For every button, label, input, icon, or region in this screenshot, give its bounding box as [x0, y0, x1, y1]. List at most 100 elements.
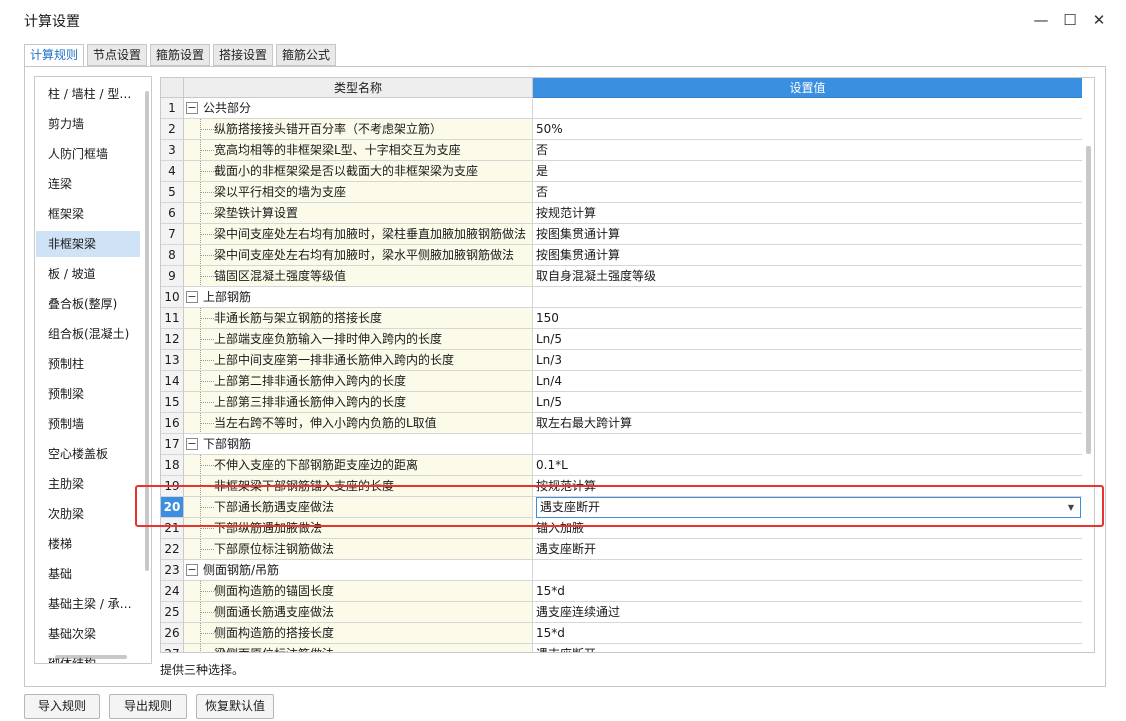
- table-row[interactable]: 18 不伸入支座的下部钢筋距支座边的距离 0.1*L: [161, 455, 1082, 476]
- tab-stirrup-settings[interactable]: 箍筋设置: [150, 44, 210, 66]
- tab-calc-rules[interactable]: 计算规则: [24, 44, 84, 67]
- import-rules-button[interactable]: 导入规则: [24, 694, 100, 719]
- row-value-cell[interactable]: 取左右最大跨计算: [533, 413, 1082, 434]
- row-number: 8: [161, 245, 184, 266]
- row-value-cell[interactable]: 按图集贯通计算: [533, 245, 1082, 266]
- row-value-cell[interactable]: [533, 287, 1082, 308]
- sidebar-item[interactable]: 砌体结构: [36, 651, 140, 663]
- row-value-cell[interactable]: 遇支座连续通过: [533, 602, 1082, 623]
- sidebar-item[interactable]: 人防门框墙: [36, 141, 140, 167]
- table-row[interactable]: 13 上部中间支座第一排非通长筋伸入跨内的长度 Ln/3: [161, 350, 1082, 371]
- sidebar-item[interactable]: 基础次梁: [36, 621, 140, 647]
- table-row[interactable]: 27 梁侧面原位标注筋做法 遇支座断开: [161, 644, 1082, 652]
- export-rules-button[interactable]: 导出规则: [109, 694, 187, 719]
- row-value-cell[interactable]: Ln/5: [533, 329, 1082, 350]
- tree-line: [200, 213, 214, 214]
- sidebar-item[interactable]: 剪力墙: [36, 111, 140, 137]
- sidebar-item[interactable]: 框架梁: [36, 201, 140, 227]
- sidebar-item[interactable]: 预制柱: [36, 351, 140, 377]
- row-name-cell: 梁中间支座处左右均有加腋时，梁水平侧腋加腋钢筋做法: [184, 245, 533, 266]
- table-row[interactable]: 5 梁以平行相交的墙为支座 否: [161, 182, 1082, 203]
- minimize-button[interactable]: —: [1028, 8, 1054, 32]
- sidebar-item[interactable]: 组合板(混凝土): [36, 321, 140, 347]
- sidebar-item[interactable]: 次肋梁: [36, 501, 140, 527]
- tab-stirrup-formula[interactable]: 箍筋公式: [276, 44, 336, 66]
- table-row[interactable]: 10− 上部钢筋: [161, 287, 1082, 308]
- sidebar-item[interactable]: 连梁: [36, 171, 140, 197]
- row-value-cell[interactable]: 是: [533, 161, 1082, 182]
- row-value-cell[interactable]: 遇支座断开: [533, 539, 1082, 560]
- row-value-cell[interactable]: 50%: [533, 119, 1082, 140]
- close-button[interactable]: ✕: [1086, 8, 1112, 32]
- table-row[interactable]: 14 上部第二排非通长筋伸入跨内的长度 Ln/4: [161, 371, 1082, 392]
- row-value-cell[interactable]: 按规范计算: [533, 203, 1082, 224]
- row-value-cell[interactable]: 15*d: [533, 623, 1082, 644]
- column-header-value: 设置值: [533, 78, 1082, 98]
- collapse-icon[interactable]: −: [186, 438, 198, 450]
- row-value-cell[interactable]: 0.1*L: [533, 455, 1082, 476]
- table-row[interactable]: 3 宽高均相等的非框架梁L型、十字相交互为支座 否: [161, 140, 1082, 161]
- table-row[interactable]: 11 非通长筋与架立钢筋的搭接长度 150: [161, 308, 1082, 329]
- setting-name: 纵筋搭接接头错开百分率（不考虑架立筋）: [214, 122, 443, 136]
- sidebar-item[interactable]: 主肋梁: [36, 471, 140, 497]
- row-name-cell: − 公共部分: [184, 98, 533, 119]
- row-name-cell: 上部端支座负筋输入一排时伸入跨内的长度: [184, 329, 533, 350]
- row-value-cell[interactable]: [533, 98, 1082, 119]
- table-row[interactable]: 22 下部原位标注钢筋做法 遇支座断开: [161, 539, 1082, 560]
- setting-name: 侧面构造筋的锚固长度: [214, 584, 335, 598]
- table-row[interactable]: 12 上部端支座负筋输入一排时伸入跨内的长度 Ln/5: [161, 329, 1082, 350]
- sidebar-item[interactable]: 叠合板(整厚): [36, 291, 140, 317]
- collapse-icon[interactable]: −: [186, 564, 198, 576]
- table-row[interactable]: 7 梁中间支座处左右均有加腋时，梁柱垂直加腋加腋钢筋做法 按图集贯通计算: [161, 224, 1082, 245]
- row-value-cell[interactable]: 遇支座断开: [533, 644, 1082, 652]
- restore-defaults-button[interactable]: 恢复默认值: [196, 694, 274, 719]
- sidebar-item[interactable]: 预制墙: [36, 411, 140, 437]
- row-value-cell[interactable]: Ln/5: [533, 392, 1082, 413]
- maximize-button[interactable]: ☐: [1057, 8, 1083, 32]
- grid-vertical-scrollbar[interactable]: [1086, 146, 1091, 454]
- table-row[interactable]: 2 纵筋搭接接头错开百分率（不考虑架立筋） 50%: [161, 119, 1082, 140]
- sidebar-item[interactable]: 楼梯: [36, 531, 140, 557]
- setting-name: 侧面通长筋遇支座做法: [214, 605, 335, 619]
- table-row[interactable]: 1− 公共部分: [161, 98, 1082, 119]
- row-value-cell[interactable]: [533, 560, 1082, 581]
- table-row[interactable]: 23− 侧面钢筋/吊筋: [161, 560, 1082, 581]
- sidebar-item[interactable]: 空心楼盖板: [36, 441, 140, 467]
- sidebar-item[interactable]: 预制梁: [36, 381, 140, 407]
- table-row[interactable]: 6 梁垫铁计算设置 按规范计算: [161, 203, 1082, 224]
- row-number: 25: [161, 602, 184, 623]
- sidebar-item[interactable]: 非框架梁: [36, 231, 140, 257]
- row-value-cell[interactable]: 15*d: [533, 581, 1082, 602]
- table-row[interactable]: 8 梁中间支座处左右均有加腋时，梁水平侧腋加腋钢筋做法 按图集贯通计算: [161, 245, 1082, 266]
- sidebar-item[interactable]: 板 / 坡道: [36, 261, 140, 287]
- table-row[interactable]: 9 锚固区混凝土强度等级值 取自身混凝土强度等级: [161, 266, 1082, 287]
- sidebar-item[interactable]: 基础主梁 / 承…: [36, 591, 140, 617]
- table-row[interactable]: 16 当左右跨不等时，伸入小跨内负筋的L取值 取左右最大跨计算: [161, 413, 1082, 434]
- table-row[interactable]: 17− 下部钢筋: [161, 434, 1082, 455]
- collapse-icon[interactable]: −: [186, 102, 198, 114]
- column-header-index: [161, 78, 184, 98]
- table-row[interactable]: 25 侧面通长筋遇支座做法 遇支座连续通过: [161, 602, 1082, 623]
- row-value-cell[interactable]: [533, 434, 1082, 455]
- row-number: 27: [161, 644, 184, 652]
- sidebar-item[interactable]: 基础: [36, 561, 140, 587]
- tab-node-settings[interactable]: 节点设置: [87, 44, 147, 66]
- row-value-cell[interactable]: 150: [533, 308, 1082, 329]
- row-number: 11: [161, 308, 184, 329]
- row-name-cell: 侧面构造筋的锚固长度: [184, 581, 533, 602]
- row-value-cell[interactable]: 否: [533, 182, 1082, 203]
- table-row[interactable]: 15 上部第三排非通长筋伸入跨内的长度 Ln/5: [161, 392, 1082, 413]
- row-value-cell[interactable]: Ln/4: [533, 371, 1082, 392]
- table-row[interactable]: 4 截面小的非框架梁是否以截面大的非框架梁为支座 是: [161, 161, 1082, 182]
- row-value-cell[interactable]: 取自身混凝土强度等级: [533, 266, 1082, 287]
- collapse-icon[interactable]: −: [186, 291, 198, 303]
- setting-name: 侧面构造筋的搭接长度: [214, 626, 335, 640]
- row-value-cell[interactable]: 按图集贯通计算: [533, 224, 1082, 245]
- tab-lap-settings[interactable]: 搭接设置: [213, 44, 273, 66]
- component-list[interactable]: 柱 / 墙柱 / 型… 剪力墙人防门框墙连梁框架梁非框架梁板 / 坡道 叠合板(整厚…: [34, 76, 152, 664]
- table-row[interactable]: 26 侧面构造筋的搭接长度 15*d: [161, 623, 1082, 644]
- sidebar-item[interactable]: 柱 / 墙柱 / 型…: [36, 81, 140, 107]
- row-value-cell[interactable]: 否: [533, 140, 1082, 161]
- table-row[interactable]: 24 侧面构造筋的锚固长度 15*d: [161, 581, 1082, 602]
- row-value-cell[interactable]: Ln/3: [533, 350, 1082, 371]
